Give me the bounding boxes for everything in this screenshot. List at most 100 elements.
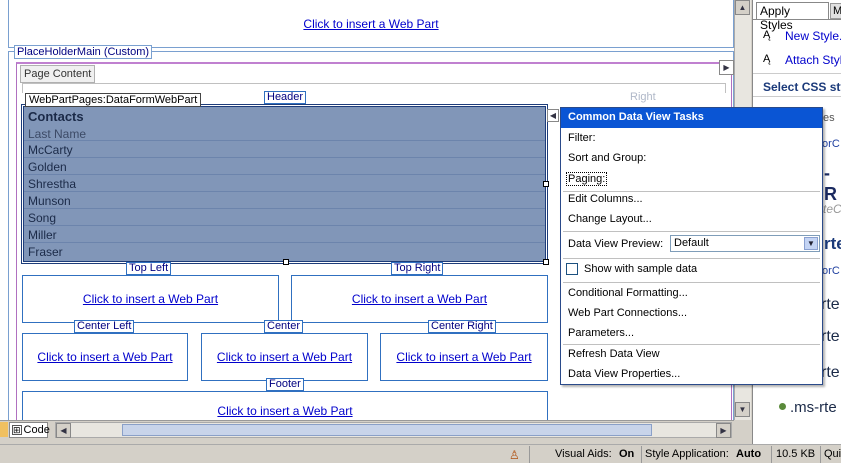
menu-web-part-connections[interactable]: Web Part Connections... xyxy=(568,307,687,319)
style-fragment: -R xyxy=(824,163,837,204)
zone-footer[interactable]: Click to insert a Web Part xyxy=(22,391,548,420)
table-row: Miller xyxy=(24,226,545,243)
preview-selected-value: Default xyxy=(674,237,709,249)
tab-code-label: Code xyxy=(23,424,50,436)
common-data-view-tasks-menu: Common Data View Tasks Filter: Sort and … xyxy=(560,107,823,385)
menu-data-view-properties[interactable]: Data View Properties... xyxy=(568,368,680,380)
data-view-preview-label: Data View Preview: xyxy=(568,238,664,250)
scroll-up-icon[interactable]: ▲ xyxy=(735,0,750,15)
scroll-down-icon[interactable]: ▼ xyxy=(735,402,750,417)
menu-paging[interactable]: Paging: xyxy=(566,172,608,186)
style-fragment: rte xyxy=(824,234,841,253)
insert-webpart-link-center-left[interactable]: Click to insert a Web Part xyxy=(37,350,172,364)
resize-handle[interactable] xyxy=(283,259,289,265)
chevron-right-icon[interactable]: ▶ xyxy=(719,60,734,75)
zone-label-center: Center xyxy=(264,320,304,333)
menu-separator xyxy=(563,191,820,192)
table-row: Shrestha xyxy=(24,175,545,192)
sample-data-checkbox[interactable] xyxy=(566,263,578,275)
tab-edge xyxy=(0,422,8,437)
zone-top-right[interactable]: Click to insert a Web Part xyxy=(291,275,548,323)
style-fragment: rte xyxy=(821,328,840,345)
menu-change-layout[interactable]: Change Layout... xyxy=(568,213,652,225)
status-divider xyxy=(641,446,642,463)
insert-webpart-link-top-left[interactable]: Click to insert a Web Part xyxy=(83,292,218,306)
style-fragment: es xyxy=(823,112,835,124)
resize-handle[interactable] xyxy=(543,181,549,187)
menu-title: Common Data View Tasks xyxy=(561,108,822,128)
status-divider xyxy=(820,446,821,463)
zone-label-header: Header xyxy=(264,91,307,104)
zone-label-center-left: Center Left xyxy=(74,320,135,333)
top-webpart-zone[interactable]: Click to insert a Web Part xyxy=(8,0,734,48)
bullet-icon xyxy=(779,403,786,410)
chevron-down-icon[interactable]: ▼ xyxy=(804,237,818,250)
smart-tag-chevron-icon[interactable]: ◀ xyxy=(547,109,559,122)
data-view-preview-select[interactable]: Default ▼ xyxy=(670,235,820,252)
style-application-label: Style Application: xyxy=(645,448,729,460)
table-row: Song xyxy=(24,209,545,226)
menu-parameters[interactable]: Parameters... xyxy=(568,327,634,339)
insert-webpart-link-center[interactable]: Click to insert a Web Part xyxy=(217,350,352,364)
menu-edit-columns[interactable]: Edit Columns... xyxy=(568,193,643,205)
table-row: Fraser xyxy=(28,245,63,259)
scroll-right-icon[interactable]: ▶ xyxy=(716,423,731,438)
menu-sort-group[interactable]: Sort and Group: xyxy=(568,152,646,164)
zone-label-right: Right xyxy=(630,91,656,103)
tab-manage-styles[interactable]: M xyxy=(830,3,841,19)
column-header-last-name: Last Name xyxy=(24,127,545,141)
style-fragment: rte xyxy=(821,364,840,381)
zone-label-top-right: Top Right xyxy=(391,262,444,275)
placeholder-main-label: PlaceHolderMain (Custom) xyxy=(14,45,153,59)
dataform-tag-label: WebPartPages:DataFormWebPart xyxy=(25,93,202,107)
menu-refresh-data-view[interactable]: Refresh Data View xyxy=(568,348,660,360)
header-strip xyxy=(22,83,726,93)
zone-label-center-right: Center Right xyxy=(428,320,496,333)
zone-top-left[interactable]: Click to insert a Web Part xyxy=(22,275,279,323)
insert-webpart-link-top-right[interactable]: Click to insert a Web Part xyxy=(352,292,487,306)
menu-filter[interactable]: Filter: xyxy=(568,132,596,144)
ms-rte-style[interactable]: .ms-rte xyxy=(790,399,837,416)
panel-divider xyxy=(753,96,841,97)
status-divider xyxy=(771,446,772,463)
dataform-webpart[interactable]: Contacts Last Name McCarty Golden Shrest… xyxy=(23,106,546,262)
menu-conditional-formatting[interactable]: Conditional Formatting... xyxy=(568,287,688,299)
scroll-left-icon[interactable]: ◀ xyxy=(56,423,71,438)
tab-divider xyxy=(753,19,841,20)
visual-aids-value[interactable]: On xyxy=(619,448,634,460)
new-style-link[interactable]: New Style... xyxy=(785,29,841,43)
attach-style-link[interactable]: Attach Style xyxy=(785,53,841,67)
style-application-value[interactable]: Auto xyxy=(736,448,761,460)
file-size: 10.5 KB xyxy=(776,448,816,460)
status-divider xyxy=(529,446,530,463)
visual-aids-label: Visual Aids: xyxy=(555,448,612,460)
zone-center[interactable]: Click to insert a Web Part xyxy=(201,333,368,381)
menu-separator xyxy=(563,231,820,232)
bottom-bar: ⊞ Code ◀ ▶ xyxy=(0,420,734,438)
resize-handle[interactable] xyxy=(543,259,549,265)
attach-style-icon: Ą xyxy=(763,53,771,65)
menu-separator xyxy=(563,282,820,283)
code-icon: ⊞ xyxy=(12,425,22,435)
menu-separator xyxy=(563,258,820,259)
zone-label-footer: Footer xyxy=(266,378,304,391)
scroll-thumb[interactable] xyxy=(122,424,652,436)
zone-center-right[interactable]: Click to insert a Web Part xyxy=(380,333,548,381)
status-bar: ♙ Visual Aids: On Style Application: Aut… xyxy=(0,444,841,463)
style-fragment: teC xyxy=(823,202,841,216)
tab-code[interactable]: ⊞ Code xyxy=(9,422,50,438)
insert-webpart-link-center-right[interactable]: Click to insert a Web Part xyxy=(396,350,531,364)
tab-apply-styles[interactable]: Apply Styles xyxy=(756,2,829,32)
sample-data-label: Show with sample data xyxy=(584,263,698,275)
style-fragment: rte xyxy=(821,296,840,313)
panel-divider xyxy=(753,73,841,74)
zone-center-left[interactable]: Click to insert a Web Part xyxy=(22,333,188,381)
table-row: McCarty xyxy=(24,141,545,158)
horizontal-scrollbar[interactable]: ◀ ▶ xyxy=(55,422,732,438)
page-content-tab[interactable]: Page Content xyxy=(20,65,96,83)
status-icon: ♙ xyxy=(509,448,520,462)
dataform-title: Contacts xyxy=(28,109,84,124)
table-row: Golden xyxy=(24,158,545,175)
insert-webpart-link-top[interactable]: Click to insert a Web Part xyxy=(303,17,438,31)
insert-webpart-link-footer[interactable]: Click to insert a Web Part xyxy=(217,404,352,418)
